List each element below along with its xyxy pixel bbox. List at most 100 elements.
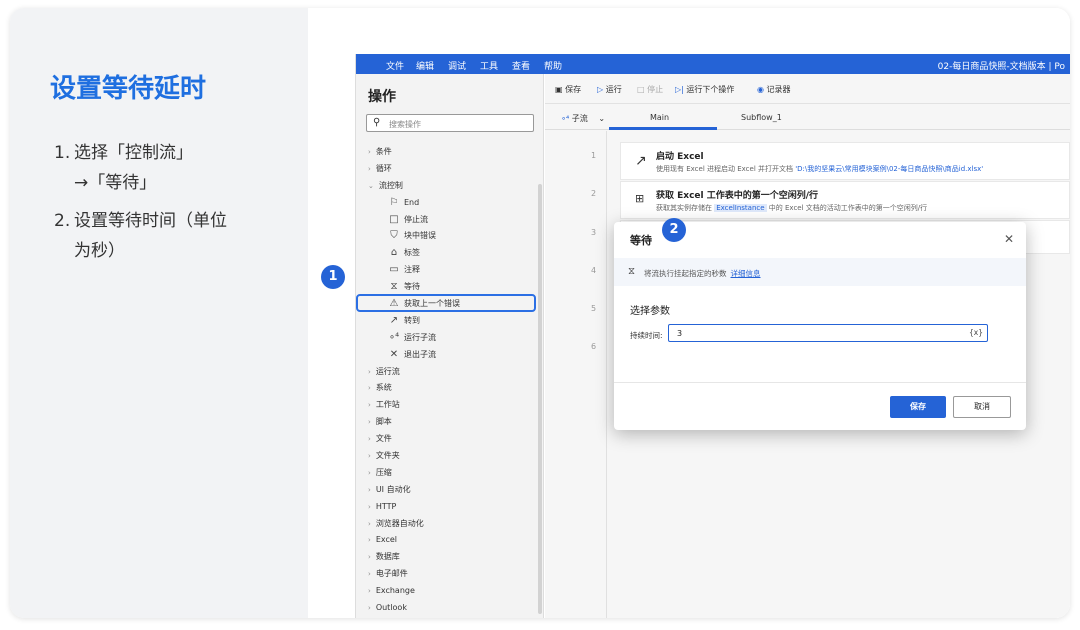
save-button[interactable]: 保存 — [890, 396, 946, 418]
search-placeholder: 搜索操作 — [389, 120, 421, 129]
tree-item[interactable]: › 条件 — [368, 144, 538, 161]
tree-item[interactable]: › 文件 — [368, 431, 538, 448]
step-icon: ▷| — [675, 85, 684, 94]
tree-item-label: 条件 — [375, 147, 392, 156]
menu-tools[interactable]: 工具 — [480, 59, 498, 72]
tree-item[interactable]: › 文件夹 — [368, 448, 538, 465]
tree-item[interactable]: ⧖ 等待 — [368, 279, 538, 296]
stop-toolbar-label: 停止 — [647, 85, 664, 94]
tree-item[interactable]: › 电子邮件 — [368, 566, 538, 583]
save-icon: ▣ — [555, 85, 563, 94]
tree-item[interactable]: › 压缩 — [368, 465, 538, 482]
tree-item[interactable]: ⛉ 块中错误 — [368, 228, 538, 245]
tree-item[interactable]: › HTTP — [368, 499, 538, 516]
line-number: 3 — [591, 228, 597, 237]
step-desc-text: 使用现有 Excel 进程启动 Excel 并打开文档 — [656, 165, 796, 173]
tree-item-label: 退出子流 — [404, 349, 436, 359]
chevron-down-icon: ⌄ — [598, 114, 606, 123]
tree-item[interactable]: ▭ 注释 — [368, 262, 538, 279]
record-icon: ◉ — [757, 85, 764, 94]
instruction-list: 1. 选择「控制流」 →「等待」 2. 设置等待时间（单位 为秒） — [54, 138, 294, 274]
menu-file[interactable]: 文件 — [386, 59, 404, 72]
tree-item-label: Outlook — [375, 603, 407, 613]
tree-item[interactable]: ⚐ End — [368, 195, 538, 212]
cancel-button[interactable]: 取消 — [953, 396, 1011, 418]
flow-step-launch-excel[interactable]: ↗ 启动 Excel 使用现有 Excel 进程启动 Excel 并打开文档 '… — [620, 142, 1070, 180]
chevron-right-icon: › — [368, 164, 371, 173]
chevron-right-icon: › — [368, 384, 371, 393]
tree-item-label: 压缩 — [375, 467, 392, 477]
tree-item[interactable]: ∘⁴ 运行子流 — [368, 330, 538, 347]
screenshot-panel: 文件 编辑 调试 工具 查看 帮助 02-每日商品快照-文档版本 | Po 操作… — [308, 8, 1070, 618]
info-text: 将流执行挂起指定的秒数 — [644, 269, 727, 278]
tree-item[interactable]: ↗ 转到 — [368, 313, 538, 330]
tree-item[interactable]: › 循环 — [368, 161, 538, 178]
tree-item[interactable]: › 系统 — [368, 380, 538, 397]
tree-item-label: End — [404, 197, 420, 207]
instruction-step-1: 1. 选择「控制流」 →「等待」 — [54, 138, 294, 198]
chevron-right-icon: › — [368, 485, 371, 494]
tree-item-label: 工作站 — [375, 400, 400, 410]
instruction-title: 设置等待延时 — [50, 74, 207, 104]
run-next-toolbar-button[interactable]: ▷| 运行下个操作 — [675, 84, 734, 95]
variable-tag: ExcelInstance — [714, 204, 767, 212]
step-title: 启动 Excel — [656, 152, 704, 162]
tree-item[interactable]: □ 停止流 — [368, 212, 538, 229]
menu-edit[interactable]: 编辑 — [416, 59, 434, 72]
menu-help[interactable]: 帮助 — [544, 59, 562, 72]
tree-item[interactable]: › 工作站 — [368, 397, 538, 414]
run-toolbar-button[interactable]: ▷ 运行 — [597, 84, 622, 95]
dialog-title: 等待 — [630, 234, 652, 247]
menu-debug[interactable]: 调试 — [448, 59, 466, 72]
tree-item[interactable]: › 数据库 — [368, 549, 538, 566]
tree-item[interactable]: › 运行流 — [368, 364, 538, 381]
tree-item-label: HTTP — [375, 501, 397, 511]
tree-item[interactable]: ⌄ 流控制 — [368, 178, 538, 195]
duration-input[interactable]: 3 {x} — [668, 324, 988, 342]
label-icon: ⌂ — [390, 247, 398, 259]
actions-scrollbar[interactable] — [538, 184, 542, 614]
tree-item[interactable]: ✕ 退出子流 — [368, 347, 538, 364]
tree-item[interactable]: ›消息框 — [368, 617, 538, 618]
excel-icon: ⊞ — [635, 192, 645, 205]
chevron-right-icon: › — [368, 519, 371, 528]
stop-icon: □ — [637, 85, 645, 94]
subflows-dropdown[interactable]: ∘⁴ 子流 ⌄ — [561, 113, 605, 124]
flow-step-get-free-column[interactable]: ⊞ 获取 Excel 工作表中的第一个空闲列/行 获取其实例存储在 ExcelI… — [620, 181, 1070, 219]
close-icon[interactable]: ✕ — [1004, 232, 1014, 246]
tab-subflow-1[interactable]: Subflow_1 — [741, 113, 782, 122]
tree-item-label: 获取上一个错误 — [404, 299, 460, 309]
tree-item[interactable]: › Outlook — [368, 600, 538, 617]
instruction-panel: 设置等待延时 1. 选择「控制流」 →「等待」 2. 设置等待时间（单位 为秒） — [10, 8, 308, 618]
step-marker-1: 1 — [321, 265, 345, 289]
tree-item[interactable]: › Excel — [368, 532, 538, 549]
tree-item[interactable]: › Exchange — [368, 583, 538, 600]
step-marker-2: 2 — [662, 218, 686, 242]
recorder-toolbar-button[interactable]: ◉ 记录器 — [757, 84, 791, 95]
window-title: 02-每日商品快照-文档版本 | Po — [937, 62, 1065, 72]
tree-item[interactable]: ⚠ 获取上一个错误 — [368, 296, 538, 313]
launch-arrow-icon: ↗ — [635, 153, 647, 169]
tree-item[interactable]: › 浏览器自动化 — [368, 516, 538, 533]
save-toolbar-button[interactable]: ▣ 保存 — [555, 84, 581, 95]
tutorial-card: 设置等待延时 1. 选择「控制流」 →「等待」 2. 设置等待时间（单位 为秒）… — [10, 8, 1070, 618]
active-tab-indicator — [609, 127, 717, 130]
stop-icon: □ — [389, 213, 399, 225]
tree-item[interactable]: › 脚本 — [368, 414, 538, 431]
chevron-right-icon: › — [368, 418, 371, 427]
variable-picker-icon[interactable]: {x} — [969, 328, 983, 337]
chevron-right-icon: › — [368, 604, 371, 613]
tree-item-label: 文件 — [375, 434, 392, 444]
tab-main[interactable]: Main — [650, 113, 669, 122]
goto-icon: ↗ — [389, 314, 399, 326]
stop-toolbar-button[interactable]: □ 停止 — [637, 84, 663, 95]
details-link[interactable]: 详细信息 — [731, 269, 761, 278]
tree-item[interactable]: › UI 自动化 — [368, 482, 538, 499]
chevron-right-icon: › — [368, 367, 371, 376]
search-input[interactable]: ⚲ 搜索操作 — [366, 114, 534, 132]
menu-view[interactable]: 查看 — [512, 59, 530, 72]
line-number: 1 — [591, 151, 597, 160]
power-automate-window: 文件 编辑 调试 工具 查看 帮助 02-每日商品快照-文档版本 | Po 操作… — [355, 54, 1070, 618]
chevron-right-icon: › — [368, 435, 371, 444]
tree-item[interactable]: ⌂ 标签 — [368, 245, 538, 262]
